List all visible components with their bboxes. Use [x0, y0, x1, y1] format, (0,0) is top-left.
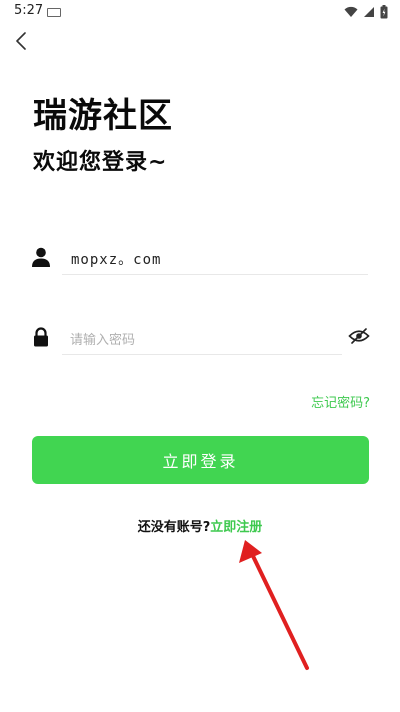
forgot-password-link[interactable]: 忘记密码? [311, 392, 370, 411]
password-visibility-toggle[interactable] [348, 326, 370, 346]
eye-hidden-icon [348, 328, 370, 344]
password-field[interactable]: 请输入密码 [62, 320, 342, 355]
username-field[interactable]: mopxz。com [62, 240, 368, 275]
register-row: 还没有账号?立即注册 [0, 516, 400, 535]
keyboard-icon [47, 8, 61, 17]
signal-icon [364, 7, 374, 17]
login-button-label: 立即登录 [162, 452, 239, 471]
back-arrow-icon [16, 32, 26, 50]
user-icon [31, 247, 51, 267]
status-indicators [344, 4, 388, 20]
register-prompt: 还没有账号? [137, 520, 211, 535]
battery-icon [380, 5, 388, 19]
welcome-text: 欢迎您登录~ [33, 150, 168, 175]
app-title: 瑞游社区 [33, 96, 173, 136]
username-value: mopxz。com [71, 252, 162, 268]
status-bar: 5:27 [0, 0, 400, 24]
login-button[interactable]: 立即登录 [32, 436, 369, 484]
lock-icon [31, 327, 51, 347]
status-time: 5:27 [14, 3, 44, 18]
back-button[interactable] [9, 28, 33, 54]
wifi-icon [344, 6, 358, 17]
password-placeholder: 请输入密码 [70, 333, 136, 348]
register-link[interactable]: 立即注册 [210, 520, 262, 535]
